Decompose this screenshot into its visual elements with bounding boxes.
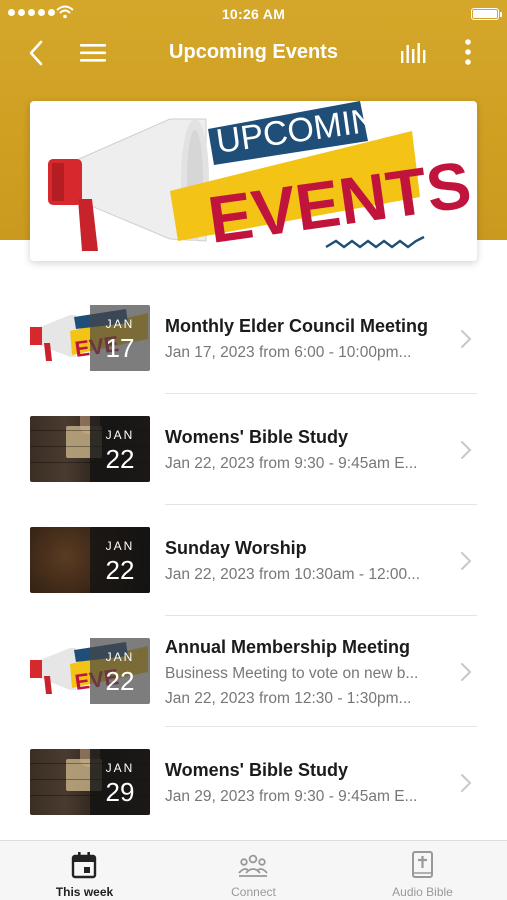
- date-badge: JAN 22: [90, 638, 150, 704]
- date-badge-month: JAN: [105, 761, 135, 775]
- event-title: Sunday Worship: [165, 538, 307, 558]
- event-text: Womens' Bible Study Jan 22, 2023 from 9:…: [165, 394, 455, 505]
- date-badge-month: JAN: [105, 317, 135, 331]
- event-thumbnail: JAN 22: [30, 527, 150, 593]
- event-subtitle: Business Meeting to vote on new b...: [165, 665, 419, 682]
- date-badge-day: 17: [105, 333, 135, 363]
- event-list-item[interactable]: EVE JAN 17 Monthly Elder Council Meeting…: [0, 283, 507, 394]
- bottom-tab-bar: This week Connect Audio Bible: [0, 840, 507, 900]
- upcoming-events-banner[interactable]: UPCOMING EVENTS: [30, 101, 477, 261]
- event-thumbnail: JAN 22: [30, 416, 150, 482]
- tab-label: Connect: [231, 885, 276, 899]
- event-thumbnail: EVE JAN 22: [30, 638, 150, 704]
- people-group-icon: [238, 854, 268, 877]
- date-badge-month: JAN: [105, 650, 135, 664]
- event-list-item[interactable]: JAN 22 Womens' Bible Study Jan 22, 2023 …: [0, 394, 507, 505]
- chevron-right-icon: [461, 552, 472, 570]
- chevron-right-icon: [461, 663, 472, 681]
- date-badge-day: 22: [105, 555, 135, 585]
- event-list-item[interactable]: JAN 22 Sunday Worship Jan 22, 2023 from …: [0, 505, 507, 616]
- event-thumbnail: EVE JAN 17: [30, 305, 150, 371]
- date-badge: JAN 17: [90, 305, 150, 371]
- event-subtitle: Jan 17, 2023 from 6:00 - 10:00pm...: [165, 344, 412, 361]
- events-list: EVE JAN 17 Monthly Elder Council Meeting…: [0, 283, 507, 838]
- date-badge: JAN 29: [90, 749, 150, 815]
- audio-bars-icon[interactable]: [398, 38, 430, 68]
- event-text: Monthly Elder Council Meeting Jan 17, 20…: [165, 283, 455, 394]
- date-badge-day: 22: [105, 444, 135, 474]
- event-subtitle: Jan 29, 2023 from 9:30 - 9:45am E...: [165, 788, 418, 805]
- nav-bar: Upcoming Events: [0, 28, 507, 78]
- date-badge-month: JAN: [105, 428, 135, 442]
- event-list-item[interactable]: EVE JAN 22 Annual Membership Meeting Bus…: [0, 616, 507, 727]
- date-badge: JAN 22: [90, 527, 150, 593]
- tab-label: Audio Bible: [392, 885, 453, 899]
- event-title: Womens' Bible Study: [165, 760, 348, 780]
- event-title: Monthly Elder Council Meeting: [165, 316, 429, 336]
- tab-connect[interactable]: Connect: [169, 841, 338, 900]
- chevron-right-icon: [461, 774, 472, 792]
- status-time: 10:26 AM: [221, 6, 286, 22]
- date-badge-day: 29: [105, 777, 135, 807]
- chevron-right-icon: [461, 441, 472, 459]
- tab-this-week[interactable]: This week: [0, 841, 169, 900]
- tab-audio-bible[interactable]: Audio Bible: [338, 841, 507, 900]
- bible-icon: [412, 851, 433, 878]
- chevron-right-icon: [461, 330, 472, 348]
- more-options-icon[interactable]: [458, 37, 478, 69]
- date-badge: JAN 22: [90, 416, 150, 482]
- event-text: Womens' Bible Study Jan 29, 2023 from 9:…: [165, 727, 455, 838]
- event-thumbnail: JAN 29: [30, 749, 150, 815]
- event-subtitle: Jan 22, 2023 from 12:30 - 1:30pm...: [165, 690, 412, 707]
- event-text: Sunday Worship Jan 22, 2023 from 10:30am…: [165, 505, 455, 616]
- date-badge-month: JAN: [105, 539, 135, 553]
- event-list-item[interactable]: JAN 29 Womens' Bible Study Jan 29, 2023 …: [0, 727, 507, 838]
- event-title: Annual Membership Meeting: [165, 637, 411, 657]
- date-badge-day: 22: [105, 666, 135, 696]
- event-title: Womens' Bible Study: [165, 427, 348, 447]
- event-subtitle: Jan 22, 2023 from 9:30 - 9:45am E...: [165, 455, 418, 472]
- event-subtitle: Jan 22, 2023 from 10:30am - 12:00...: [165, 566, 421, 583]
- banner-artwork: UPCOMING EVENTS: [48, 101, 475, 257]
- tab-label: This week: [55, 885, 114, 899]
- status-bar: 10:26 AM: [0, 0, 507, 28]
- calendar-icon: [71, 852, 97, 879]
- battery-icon: [471, 8, 502, 20]
- page-title: Upcoming Events: [169, 41, 338, 63]
- event-text: Annual Membership Meeting Business Meeti…: [165, 616, 455, 727]
